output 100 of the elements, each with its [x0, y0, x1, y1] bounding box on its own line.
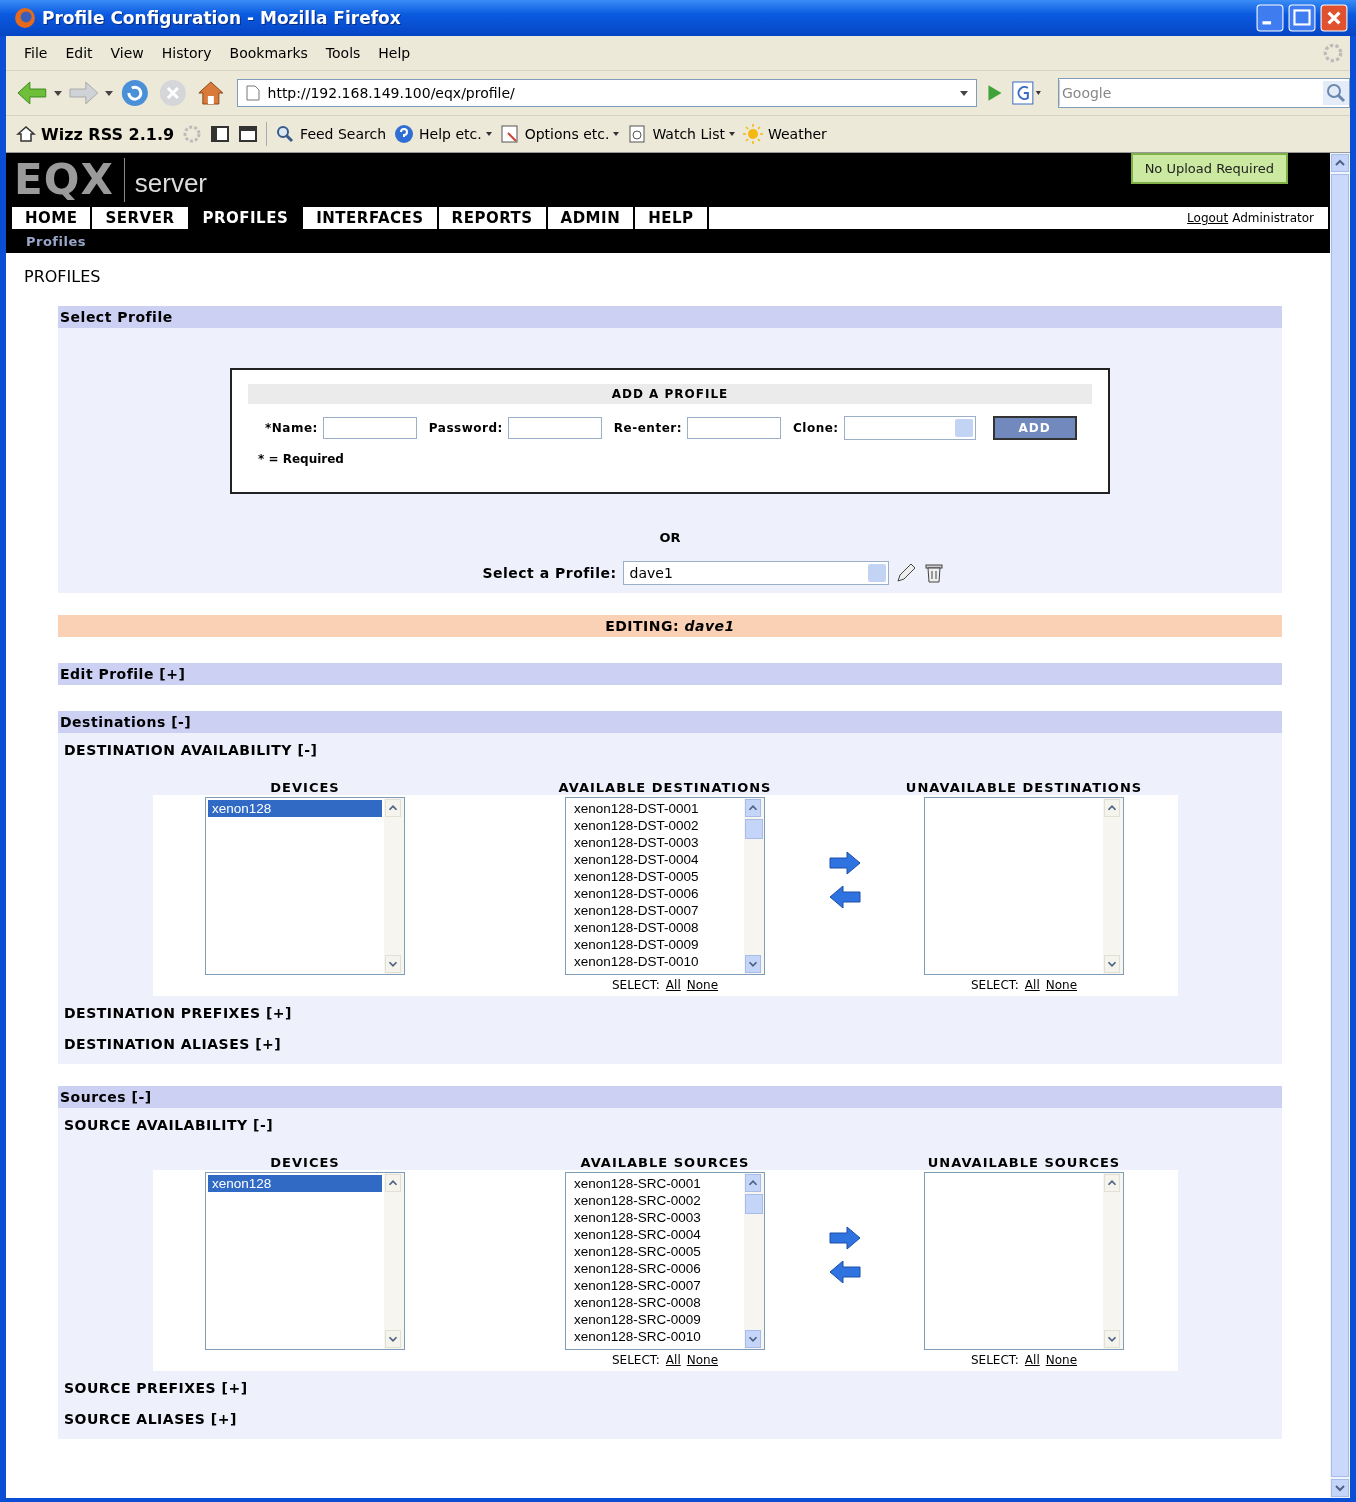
select-none-link[interactable]: None: [686, 978, 719, 992]
window-icon[interactable]: [210, 124, 231, 144]
list-option[interactable]: xenon128-DST-0008: [570, 919, 742, 936]
menu-item[interactable]: Tools: [317, 43, 369, 63]
list-option[interactable]: xenon128-SRC-0002: [570, 1192, 742, 1209]
list-option[interactable]: xenon128-DST-0007: [570, 902, 742, 919]
scrollbar[interactable]: [1103, 798, 1123, 974]
list-box[interactable]: [924, 797, 1124, 975]
toolbar-button[interactable]: Wizz RSS 2.1.9: [41, 124, 175, 144]
subsection-header[interactable]: DESTINATION AVAILABILITY [-]: [58, 733, 1282, 764]
select-all-link[interactable]: All: [665, 978, 681, 992]
list-box[interactable]: [924, 1172, 1124, 1350]
window-icon[interactable]: [238, 124, 259, 144]
maximize-icon[interactable]: [1288, 4, 1316, 32]
dropdown-icon[interactable]: [105, 90, 114, 96]
document-icon[interactable]: [499, 124, 520, 144]
scroll-down-icon[interactable]: [385, 955, 401, 973]
logout-link[interactable]: Logout: [1187, 211, 1229, 225]
search-engine-icon[interactable]: [1010, 81, 1044, 105]
list-option[interactable]: xenon128-SRC-0009: [570, 1311, 742, 1328]
menu-item[interactable]: History: [153, 43, 220, 63]
input-field[interactable]: [322, 417, 417, 439]
close-icon[interactable]: [1320, 4, 1348, 32]
list-option[interactable]: xenon128-DST-0010: [570, 953, 742, 970]
toolbar-button[interactable]: Options etc.: [524, 126, 620, 142]
scroll-thumb[interactable]: [745, 1194, 763, 1214]
right-arrow-icon[interactable]: [828, 850, 862, 875]
list-option[interactable]: xenon128-DST-0006: [570, 885, 742, 902]
scroll-down-icon[interactable]: [1104, 1330, 1120, 1348]
pencil-icon[interactable]: [894, 562, 917, 584]
scroll-up-icon[interactable]: [1104, 799, 1120, 817]
select-none-link[interactable]: None: [686, 1353, 719, 1367]
scroll-up-icon[interactable]: [1331, 154, 1349, 172]
section-header[interactable]: Edit Profile [+]: [58, 663, 1282, 685]
left-arrow-icon[interactable]: [828, 884, 862, 909]
subsection-header[interactable]: SOURCE AVAILABILITY [-]: [58, 1108, 1282, 1139]
list-option[interactable]: xenon128-DST-0005: [570, 868, 742, 885]
list-box[interactable]: xenon128: [205, 1172, 405, 1350]
scroll-up-icon[interactable]: [1104, 1174, 1120, 1192]
list-option[interactable]: xenon128: [208, 1175, 382, 1192]
menu-item[interactable]: File: [16, 43, 56, 63]
list-option[interactable]: xenon128-DST-0002: [570, 817, 742, 834]
subsection-header[interactable]: SOURCE ALIASES [+]: [58, 1402, 1282, 1433]
search-box[interactable]: Google: [1058, 78, 1350, 108]
scroll-thumb[interactable]: [745, 819, 763, 839]
scroll-up-icon[interactable]: [745, 1174, 761, 1192]
list-option[interactable]: xenon128-SRC-0007: [570, 1277, 742, 1294]
toolbar-button[interactable]: Help etc.: [419, 126, 492, 142]
search-icon[interactable]: [275, 124, 296, 144]
scroll-down-icon[interactable]: [1104, 955, 1120, 973]
scrollbar[interactable]: [744, 1173, 764, 1349]
list-option[interactable]: xenon128-DST-0001: [570, 800, 742, 817]
scroll-down-icon[interactable]: [385, 1330, 401, 1348]
minimize-icon[interactable]: [1256, 4, 1284, 32]
list-box[interactable]: xenon128: [205, 797, 405, 975]
scroll-down-icon[interactable]: [1331, 1479, 1349, 1497]
input-field[interactable]: [507, 417, 602, 439]
address-bar[interactable]: http://192.168.149.100/eqx/profile/: [236, 79, 977, 107]
menu-item[interactable]: Help: [370, 43, 419, 63]
dropdown-icon[interactable]: [53, 90, 62, 96]
subsection-header[interactable]: DESTINATION PREFIXES [+]: [58, 996, 1282, 1027]
scroll-up-icon[interactable]: [385, 799, 401, 817]
menu-item[interactable]: View: [102, 43, 152, 63]
list-option[interactable]: xenon128-DST-0009: [570, 936, 742, 953]
left-arrow-icon[interactable]: [828, 1259, 862, 1284]
input-field[interactable]: [687, 417, 781, 439]
subsection-header[interactable]: SOURCE PREFIXES [+]: [58, 1371, 1282, 1402]
nav-tab[interactable]: PROFILES: [189, 207, 304, 229]
profile-dropdown[interactable]: dave1: [622, 561, 889, 585]
list-option[interactable]: xenon128-SRC-0010: [570, 1328, 742, 1345]
search-icon[interactable]: [1323, 81, 1349, 105]
select-none-link[interactable]: None: [1045, 1353, 1078, 1367]
menu-item[interactable]: Bookmarks: [221, 43, 316, 63]
scrollbar[interactable]: [384, 798, 404, 974]
scroll-up-icon[interactable]: [745, 799, 761, 817]
list-option[interactable]: xenon128-DST-0003: [570, 834, 742, 851]
select-none-link[interactable]: None: [1045, 978, 1078, 992]
dropdown-icon[interactable]: [959, 90, 968, 96]
subsection-header[interactable]: DESTINATION ALIASES [+]: [58, 1027, 1282, 1058]
list-option[interactable]: xenon128-SRC-0005: [570, 1243, 742, 1260]
list-option[interactable]: xenon128-SRC-0001: [570, 1175, 742, 1192]
back-arrow-icon[interactable]: [16, 78, 48, 108]
help-icon[interactable]: [394, 124, 415, 144]
section-header[interactable]: Select Profile: [58, 306, 1282, 328]
home-icon[interactable]: [16, 124, 36, 144]
scroll-down-icon[interactable]: [745, 955, 761, 973]
section-header[interactable]: Destinations [-]: [58, 711, 1282, 733]
list-option[interactable]: xenon128-SRC-0008: [570, 1294, 742, 1311]
breadcrumb[interactable]: Profiles: [26, 233, 86, 249]
toolbar-button[interactable]: Feed Search: [300, 126, 387, 142]
scroll-up-icon[interactable]: [385, 1174, 401, 1192]
toolbar-button[interactable]: Watch List: [652, 126, 735, 142]
scrollbar[interactable]: [1103, 1173, 1123, 1349]
menu-item[interactable]: Edit: [57, 43, 101, 63]
list-option[interactable]: xenon128: [208, 800, 382, 817]
section-header[interactable]: Sources [-]: [58, 1086, 1282, 1108]
list-option[interactable]: xenon128-SRC-0006: [570, 1260, 742, 1277]
scrollbar[interactable]: [744, 798, 764, 974]
scroll-down-icon[interactable]: [745, 1330, 761, 1348]
clone-dropdown[interactable]: [843, 416, 976, 440]
